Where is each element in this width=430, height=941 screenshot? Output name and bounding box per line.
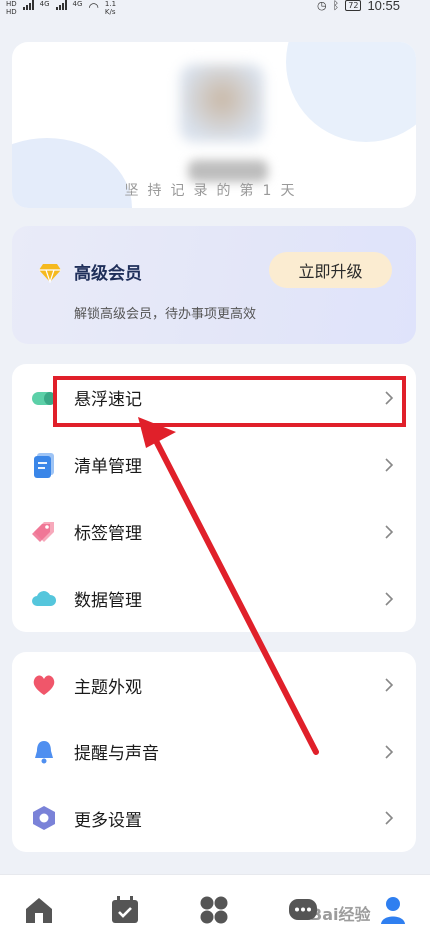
diamond-icon xyxy=(39,264,61,283)
chevron-right-icon xyxy=(385,678,394,692)
signal-icon-2 xyxy=(55,0,67,10)
cloud-icon xyxy=(32,590,57,606)
menu-item-more-settings[interactable]: 更多设置 xyxy=(12,785,416,852)
bottom-nav: Bai经验 xyxy=(0,874,430,941)
vip-title: 高级会员 xyxy=(74,264,142,284)
battery-indicator: 72 xyxy=(345,0,362,11)
menu-label: 清单管理 xyxy=(74,457,142,477)
network-tag: 4G xyxy=(39,0,50,8)
profile-icon[interactable] xyxy=(376,893,410,927)
chevron-right-icon xyxy=(385,811,394,826)
vip-card[interactable]: 高级会员 解锁高级会员，待办事项更高效 立即升级 xyxy=(12,226,416,344)
home-icon[interactable] xyxy=(22,893,56,927)
chevron-right-icon xyxy=(385,745,394,759)
bell-icon xyxy=(35,740,53,764)
calendar-check-icon[interactable] xyxy=(108,893,142,927)
menu-label: 主题外观 xyxy=(74,677,142,698)
bluetooth-icon: ᛒ xyxy=(332,0,340,12)
username-blurred xyxy=(188,160,268,182)
wifi-icon: ◠ xyxy=(88,0,99,14)
clock: 10:55 xyxy=(367,0,400,13)
menu-label: 数据管理 xyxy=(74,591,142,611)
chevron-right-icon xyxy=(385,524,394,539)
menu-label: 标签管理 xyxy=(74,524,142,544)
upgrade-button[interactable]: 立即升级 xyxy=(269,252,392,288)
signal-icon xyxy=(22,0,34,10)
list-icon xyxy=(34,452,54,478)
vip-subtitle: 解锁高级会员，待办事项更高效 xyxy=(74,307,257,322)
hexagon-settings-icon xyxy=(33,806,55,831)
annotation-highlight-box xyxy=(53,376,406,427)
tag-icon xyxy=(32,521,54,542)
profile-card[interactable]: 坚持记录的第1天 xyxy=(12,42,416,208)
menu-item-reminder-sound[interactable]: 提醒与声音 xyxy=(12,719,416,786)
hd-badges: HD HD xyxy=(6,0,17,16)
menu-item-tag-management[interactable]: 标签管理 xyxy=(12,498,416,565)
net-speed: 1.1 K/s xyxy=(104,0,117,16)
menu-item-theme[interactable]: 主题外观 xyxy=(12,652,416,719)
alarm-icon: ◷ xyxy=(317,0,327,12)
menu-item-data-management[interactable]: 数据管理 xyxy=(12,565,416,632)
menu-label: 提醒与声音 xyxy=(74,744,159,765)
watermark: Bai经验 xyxy=(310,905,371,924)
status-bar: HD HD 4G 4G ◠ 1.1 K/s ◷ ᛒ 72 10:55 xyxy=(0,0,430,18)
chevron-right-icon xyxy=(385,457,394,472)
menu-group-settings: 主题外观 提醒与声音 更多设置 xyxy=(12,652,416,852)
streak-text: 坚持记录的第1天 xyxy=(124,183,304,199)
grid-icon[interactable] xyxy=(197,893,231,927)
network-tag-2: 4G xyxy=(72,0,83,8)
avatar[interactable] xyxy=(180,64,264,142)
decor-blob xyxy=(286,42,416,142)
heart-icon xyxy=(33,675,55,696)
menu-item-list-management[interactable]: 清单管理 xyxy=(12,431,416,498)
menu-label: 更多设置 xyxy=(74,810,142,831)
chevron-right-icon xyxy=(385,591,394,606)
